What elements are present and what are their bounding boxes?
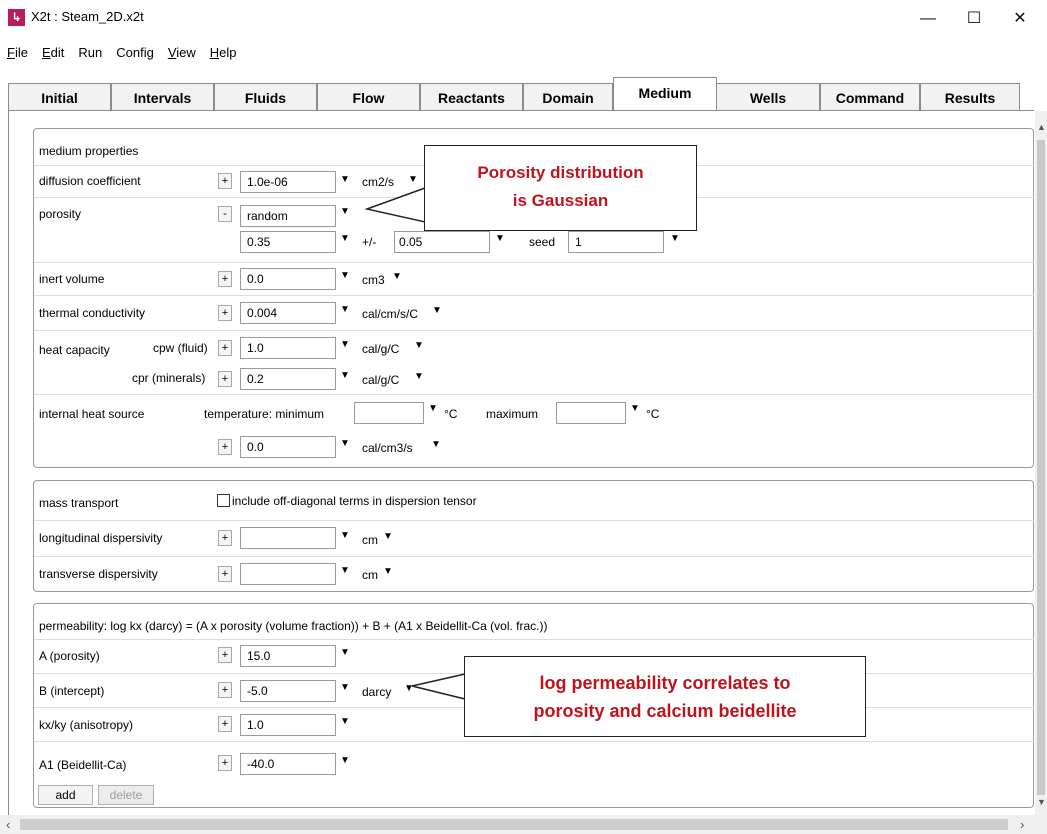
callout-line: log permeability correlates to (539, 673, 791, 693)
callout-line: Porosity distribution (477, 163, 644, 182)
porosity-callout: Porosity distribution is Gaussian (424, 145, 697, 231)
callout-line: is Gaussian (512, 191, 609, 210)
permeability-callout: log permeability correlates to porosity … (464, 656, 866, 737)
callout-line: porosity and calcium beidellite (533, 701, 797, 721)
